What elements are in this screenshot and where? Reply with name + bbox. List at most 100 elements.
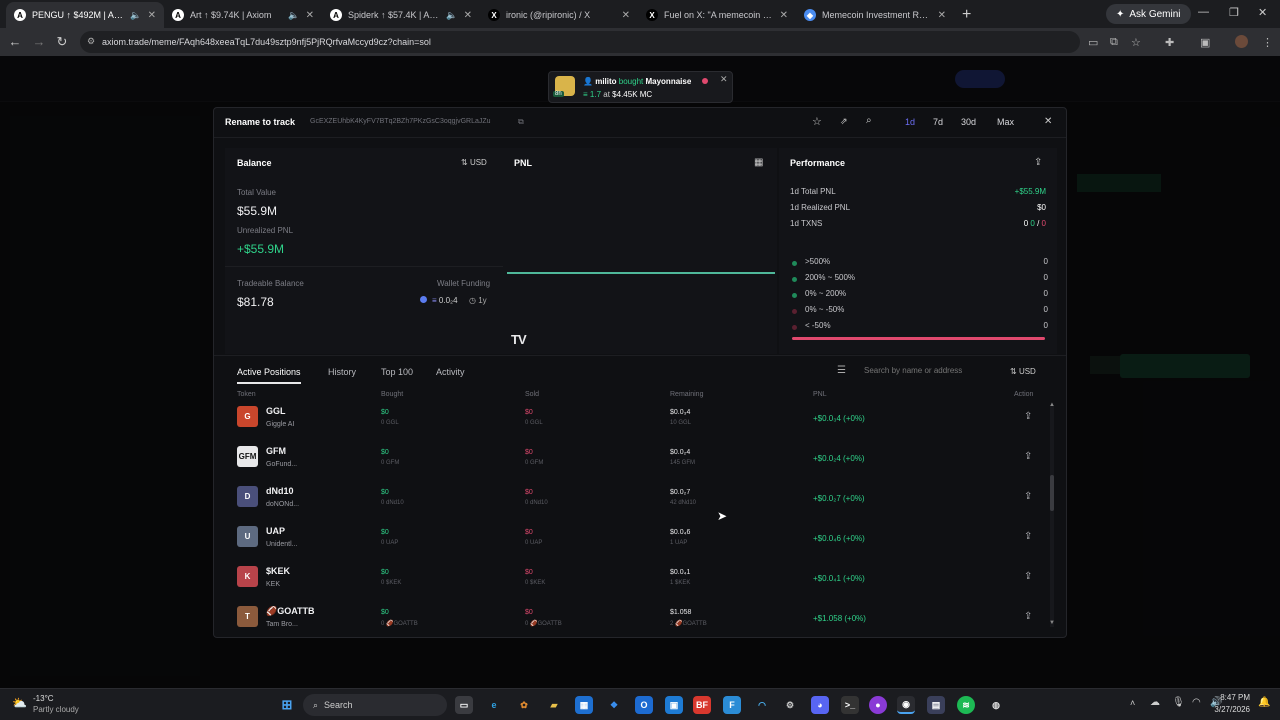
windows-start-icon[interactable]: ⊞ <box>278 696 296 714</box>
positions-currency-toggle[interactable]: ⇅ USD <box>1010 367 1036 376</box>
token-avatar[interactable]: D <box>237 486 258 507</box>
app-f-icon[interactable]: F <box>723 696 741 714</box>
weather-desc[interactable]: Partly cloudy <box>33 705 79 714</box>
positions-scrollbar[interactable] <box>1050 405 1054 627</box>
token-avatar[interactable]: U <box>237 526 258 547</box>
speaker-icon[interactable]: 🔈 <box>288 10 299 21</box>
browser-tab[interactable]: A Spiderk ↑ $57.4K | Axiom 🔈 ✕ <box>322 2 480 28</box>
window-close-icon[interactable]: ✕ <box>1258 6 1267 19</box>
star-icon[interactable]: ☆ <box>812 115 822 128</box>
token-avatar[interactable]: GFM <box>237 446 258 467</box>
speaker-icon[interactable]: 🔈 <box>130 10 141 21</box>
speaker-icon[interactable]: 🔈 <box>446 10 457 21</box>
search-icon[interactable]: ⌕ <box>866 115 872 126</box>
modal-close-icon[interactable]: ✕ <box>1044 116 1052 127</box>
position-row[interactable]: K $KEK KEK $0 0 $KEK $0 0 $KEK $0.0₄1 1 $KEK +$0.… <box>214 559 1050 599</box>
tab-close-icon[interactable]: ✕ <box>780 10 788 21</box>
notification-close-icon[interactable]: ✕ <box>720 74 728 85</box>
tab-active-positions[interactable]: Active Positions <box>237 367 301 384</box>
tray-chevron-icon[interactable]: ˄ <box>1130 698 1135 708</box>
task-view-icon[interactable]: ▭ <box>455 696 473 714</box>
outlook-icon[interactable]: O <box>635 696 653 714</box>
currency-toggle[interactable]: ⇅ USD <box>461 158 487 167</box>
positions-search-input[interactable] <box>864 362 994 379</box>
share-position-icon[interactable]: ⇪ <box>1024 451 1032 462</box>
forward-icon[interactable]: → <box>27 34 51 49</box>
position-row[interactable]: U UAP Unidentl... $0 0 UAP $0 0 UAP $0.0₄6 1 UAP… <box>214 519 1050 559</box>
weather-icon[interactable]: ⛅ <box>12 696 27 710</box>
timeframe-7d[interactable]: 7d <box>933 117 943 127</box>
filter-list-icon[interactable]: ☰ <box>837 365 846 376</box>
install-icon[interactable]: ▭ <box>1088 36 1098 49</box>
reload-icon[interactable]: ↻ <box>50 34 74 50</box>
tab-close-icon[interactable]: ✕ <box>148 10 156 21</box>
tab-close-icon[interactable]: ✕ <box>306 10 314 21</box>
position-row[interactable]: T 🏈GOATTB Tam Bro... $0 0 🏈GOATTB $0 0 🏈GOATTB… <box>214 599 1050 637</box>
token-symbol[interactable]: 🏈GOATTB <box>266 606 315 617</box>
sidebar-icon[interactable]: ▣ <box>1200 36 1210 49</box>
timeframe-30d[interactable]: 30d <box>961 117 976 127</box>
menu-icon[interactable]: ⋮ <box>1262 36 1273 49</box>
browser-tab[interactable]: ◆ Memecoin Investment Returns ✕ <box>796 2 954 28</box>
trade-notification[interactable]: 8h 👤 milito bought Mayonnaise ≡ 1.7 at $… <box>548 71 733 103</box>
timeframe-1d[interactable]: 1d <box>905 117 915 127</box>
token-avatar[interactable]: T <box>237 606 258 627</box>
tab-close-icon[interactable]: ✕ <box>464 10 472 21</box>
cloud-icon[interactable]: ☁ <box>1150 697 1160 708</box>
browser-tab[interactable]: A Art ↑ $9.74K | Axiom 🔈 ✕ <box>164 2 322 28</box>
tab-history[interactable]: History <box>328 367 356 377</box>
positions-scrollbar-thumb[interactable] <box>1050 475 1054 511</box>
browser-tab[interactable]: X Fuel on X: "A memecoin trade" ✕ <box>638 2 796 28</box>
browser-tab[interactable]: A PENGU ↑ $492M | Axiom 🔈 ✕ <box>6 2 164 28</box>
new-tab-button[interactable]: + <box>954 2 979 28</box>
steam-icon[interactable]: ⚙ <box>781 696 799 714</box>
position-row[interactable]: DdNd10 doNONd... $0 0 dNd10 $0 0 dNd10 $0.0₂7 4… <box>214 479 1050 519</box>
token-symbol[interactable]: dNd10 <box>266 486 294 496</box>
browser-tab[interactable]: Xironic (@ripironic) / X ✕ <box>480 2 638 28</box>
taskbar-search[interactable]: ⌕ Search <box>303 694 447 716</box>
copy-icon[interactable]: ⧉ <box>518 117 524 127</box>
store-icon[interactable]: ▦ <box>575 696 593 714</box>
app-monitor-icon[interactable]: ▤ <box>927 696 945 714</box>
ask-gemini-button[interactable]: ✦ Ask Gemini <box>1106 4 1191 24</box>
arc-icon[interactable]: ◠ <box>753 696 771 714</box>
modal-title[interactable]: Rename to track <box>225 117 295 127</box>
tab-close-icon[interactable]: ✕ <box>938 10 946 21</box>
token-avatar[interactable]: G <box>237 406 258 427</box>
dropbox-icon[interactable]: ❖ <box>605 696 623 714</box>
spotify-icon[interactable]: ≋ <box>957 696 975 714</box>
share-icon[interactable]: ⇪ <box>1034 157 1042 168</box>
back-icon[interactable]: ← <box>3 34 27 49</box>
microphone-icon[interactable]: 🎙 <box>1172 697 1185 708</box>
app-purple-icon[interactable]: ● <box>869 696 887 714</box>
minimize-icon[interactable]: — <box>1198 6 1209 18</box>
restore-icon[interactable]: ❐ <box>1229 6 1239 19</box>
tab-activity[interactable]: Activity <box>436 367 465 377</box>
bf-icon[interactable]: BF <box>693 696 711 714</box>
notifications-bell-icon[interactable]: 🔔 <box>1258 697 1270 708</box>
share-position-icon[interactable]: ⇪ <box>1024 491 1032 502</box>
external-link-icon[interactable]: ⇗ <box>840 116 848 127</box>
token-symbol[interactable]: $KEK <box>266 566 290 576</box>
discord-icon[interactable]: ◕ <box>811 696 829 714</box>
tab-close-icon[interactable]: ✕ <box>622 10 630 21</box>
tab-top-100[interactable]: Top 100 <box>381 367 413 377</box>
clock-time[interactable]: 8:47 PM <box>1208 693 1250 702</box>
scroll-up-icon[interactable]: ▲ <box>1049 402 1055 408</box>
chrome-icon[interactable]: ◉ <box>897 696 915 714</box>
terminal-icon[interactable]: >_ <box>841 696 859 714</box>
token-symbol[interactable]: GFM <box>266 446 286 456</box>
position-row[interactable]: GFM GFM GoFund... $0 0 GFM $0 0 GFM $0.0₂4 145 G… <box>214 439 1050 479</box>
share-position-icon[interactable]: ⇪ <box>1024 571 1032 582</box>
app-icon[interactable]: ▣ <box>665 696 683 714</box>
address-bar[interactable]: ⚙ axiom.trade/meme/FAqh648xeeaTqL7du49sz… <box>80 31 1080 53</box>
copilot-icon[interactable]: ✿ <box>515 696 533 714</box>
token-symbol[interactable]: GGL <box>266 406 286 416</box>
share-position-icon[interactable]: ⇪ <box>1024 611 1032 622</box>
clock-date[interactable]: 3/27/2026 <box>1200 705 1250 714</box>
share-position-icon[interactable]: ⇪ <box>1024 531 1032 542</box>
token-symbol[interactable]: UAP <box>266 526 285 536</box>
token-avatar[interactable]: K <box>237 566 258 587</box>
calendar-icon[interactable]: ▦ <box>754 157 763 168</box>
bookmark-star-icon[interactable]: ☆ <box>1131 36 1141 49</box>
